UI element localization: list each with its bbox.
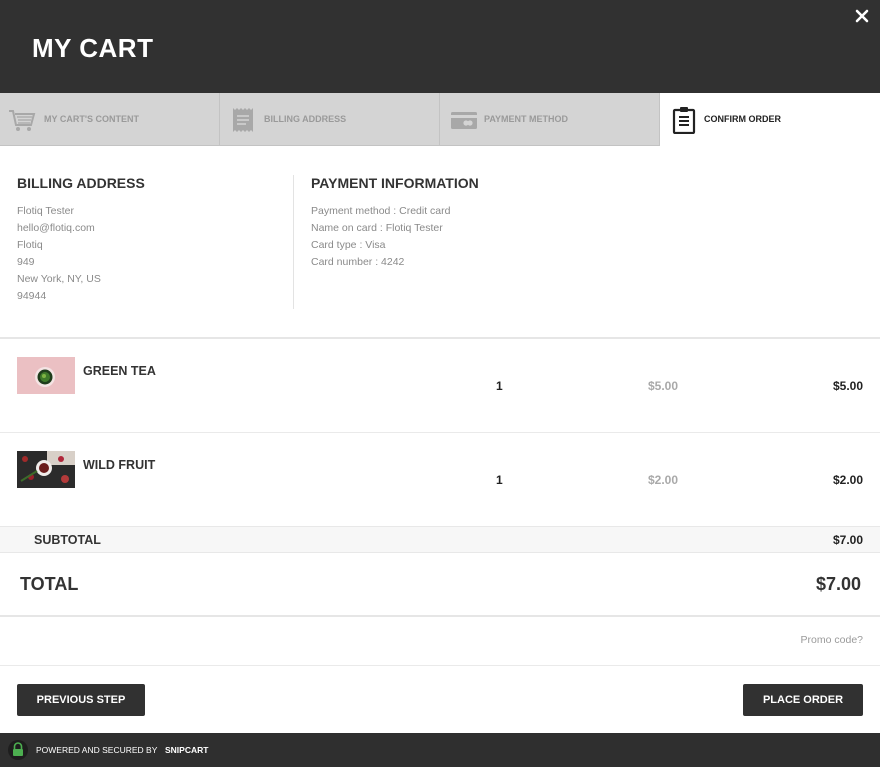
step-payment-method[interactable]: PAYMENT METHOD <box>440 93 660 146</box>
subtotal-value: $7.00 <box>832 533 863 547</box>
close-icon[interactable] <box>852 6 872 26</box>
step-billing-address[interactable]: BILLING ADDRESS <box>220 93 440 146</box>
cart-item: WILD FRUIT 1 $2.00 $2.00 <box>0 433 880 527</box>
billing-line: Flotiq Tester <box>17 205 74 217</box>
footer: POWERED AND SECURED BY SNIPCART <box>0 733 880 767</box>
billing-line: Flotiq <box>17 239 43 251</box>
place-order-button[interactable]: PLACE ORDER <box>743 684 863 716</box>
cart-icon <box>9 110 36 131</box>
checkout-steps: MY CART'S CONTENT BILLING ADDRESS PAYMEN… <box>0 93 880 146</box>
item-quantity: 1 <box>496 379 503 393</box>
billing-address-section: BILLING ADDRESS Flotiq Tester hello@flot… <box>17 175 277 305</box>
item-quantity: 1 <box>496 473 503 487</box>
payment-line: Card number : 4242 <box>311 256 405 268</box>
payment-heading: PAYMENT INFORMATION <box>311 175 479 191</box>
subtotal-row: SUBTOTAL $7.00 <box>0 526 880 553</box>
item-total: $5.00 <box>832 379 863 393</box>
step-cart-content[interactable]: MY CART'S CONTENT <box>0 93 220 146</box>
billing-heading: BILLING ADDRESS <box>17 175 145 191</box>
previous-step-button[interactable]: PREVIOUS STEP <box>17 684 145 716</box>
total-value: $7.00 <box>815 574 861 594</box>
total-row: TOTAL $7.00 <box>0 553 880 617</box>
lock-icon <box>8 740 28 760</box>
page-title: MY CART <box>32 33 154 63</box>
billing-line: hello@flotiq.com <box>17 222 95 234</box>
clipboard-icon <box>672 107 696 134</box>
total-label: TOTAL <box>20 574 79 594</box>
snipcart-brand[interactable]: SNIPCART <box>165 745 208 755</box>
receipt-icon <box>233 108 253 132</box>
item-name: WILD FRUIT <box>83 458 156 472</box>
green-tea-thumbnail <box>17 357 75 394</box>
step-label: CONFIRM ORDER <box>704 114 781 124</box>
cart-header: MY CART <box>0 0 880 93</box>
billing-line: New York, NY, US <box>17 273 101 285</box>
billing-line: 94944 <box>17 290 47 302</box>
payment-line: Payment method : Credit card <box>311 205 451 217</box>
wild-fruit-thumbnail <box>17 451 75 488</box>
step-confirm-order[interactable]: CONFIRM ORDER <box>660 93 880 146</box>
subtotal-label: SUBTOTAL <box>34 533 101 547</box>
step-label: PAYMENT METHOD <box>484 114 569 124</box>
step-label: BILLING ADDRESS <box>264 114 347 124</box>
item-total: $2.00 <box>832 473 863 487</box>
item-unit-price: $2.00 <box>648 473 679 487</box>
cart-item: GREEN TEA 1 $5.00 $5.00 <box>0 339 880 433</box>
billing-line: 949 <box>17 256 35 268</box>
payment-line: Name on card : Flotiq Tester <box>311 222 443 234</box>
section-divider <box>293 175 294 309</box>
footer-text: POWERED AND SECURED BY <box>36 745 158 755</box>
step-label: MY CART'S CONTENT <box>44 114 139 124</box>
promo-row: Promo code? <box>0 617 880 666</box>
credit-card-icon <box>451 112 477 129</box>
item-unit-price: $5.00 <box>648 379 679 393</box>
promo-code-link[interactable]: Promo code? <box>801 634 863 646</box>
item-name: GREEN TEA <box>83 364 156 378</box>
order-info: BILLING ADDRESS Flotiq Tester hello@flot… <box>0 146 880 339</box>
payment-info-section: PAYMENT INFORMATION Payment method : Cre… <box>311 175 711 271</box>
payment-line: Card type : Visa <box>311 239 386 251</box>
